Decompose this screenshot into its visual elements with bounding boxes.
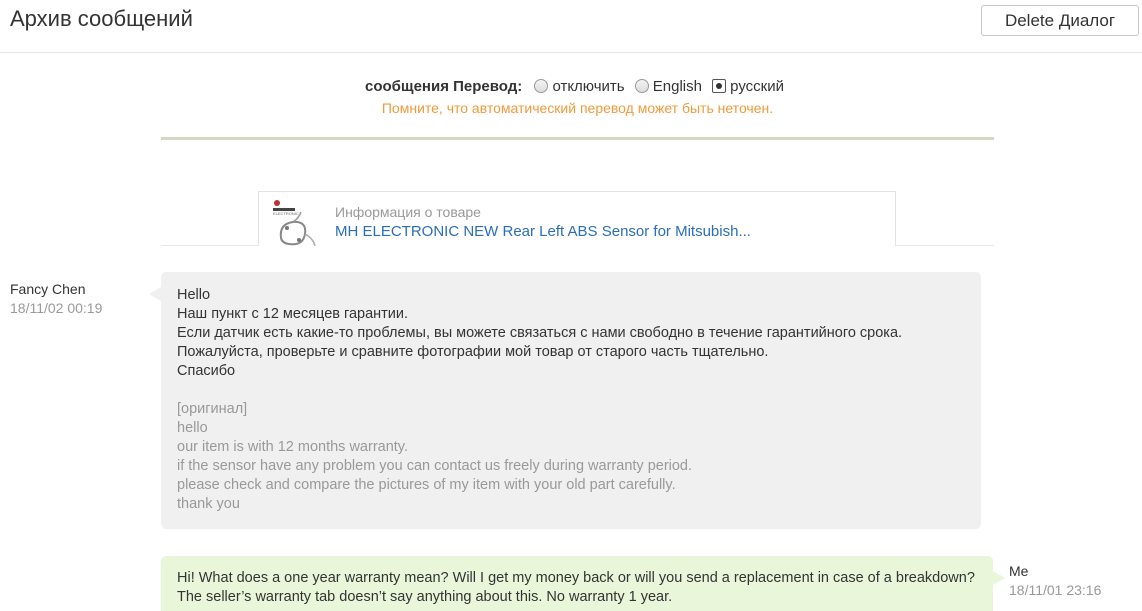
translation-options: сообщения Перевод: отключить English рус… xyxy=(161,76,994,98)
original-line: hello xyxy=(177,420,208,436)
original-line: please check and compare the pictures of… xyxy=(177,477,676,493)
translation-option-off-label: отключить xyxy=(552,78,625,95)
product-info-label: Информация о товаре xyxy=(335,204,481,220)
product-thumbnail[interactable]: ELECTRONIC xyxy=(269,198,323,250)
radio-russian-icon[interactable] xyxy=(712,79,727,93)
message-spacer xyxy=(177,381,965,400)
product-title-link[interactable]: MH ELECTRONIC NEW Rear Left ABS Sensor f… xyxy=(335,223,751,240)
message-sender-info: Fancy Chen 18/11/02 00:19 xyxy=(10,280,102,318)
message-line: Наш пункт с 12 месяцев гарантии. xyxy=(177,306,409,322)
sender-name: Fancy Chen xyxy=(10,281,86,297)
page-title: Архив сообщений xyxy=(10,6,193,31)
translation-label: сообщения Перевод: xyxy=(365,78,523,95)
page-header: Архив сообщений Delete Диалог xyxy=(0,0,1142,53)
product-card: ELECTRONIC Информация о товаре MH ELECTR… xyxy=(258,191,896,247)
message-sender-info: Me 18/11/01 23:16 xyxy=(1009,562,1101,600)
message-timestamp: 18/11/01 23:16 xyxy=(1009,582,1102,598)
translation-option-russian[interactable]: русский xyxy=(712,76,784,98)
radio-english-icon[interactable] xyxy=(634,79,649,93)
translation-option-russian-label: русский xyxy=(730,78,784,95)
message-line: Спасибо xyxy=(177,363,236,379)
original-line: thank you xyxy=(177,496,240,512)
translation-warning: Помните, что автоматический перевод може… xyxy=(381,100,774,116)
message-text: Hi! What does a one year warranty mean? … xyxy=(177,570,975,605)
sender-name: Me xyxy=(1009,563,1029,579)
translation-option-off[interactable]: отключить xyxy=(534,76,625,98)
message-timestamp: 18/11/02 00:19 xyxy=(10,300,103,316)
outgoing-message-bubble: Hi! What does a one year warranty mean? … xyxy=(161,556,1005,611)
original-label: [оригинал] xyxy=(177,401,248,417)
message-archive-page: Архив сообщений Delete Диалог сообщения … xyxy=(0,0,1142,611)
radio-off-icon[interactable] xyxy=(534,79,549,93)
svg-text:ELECTRONIC: ELECTRONIC xyxy=(273,211,299,216)
message-line: Hello xyxy=(177,287,211,303)
delete-dialog-button[interactable]: Delete Диалог xyxy=(981,5,1139,36)
original-line: our item is with 12 months warranty. xyxy=(177,439,409,455)
original-line: if the sensor have any problem you can c… xyxy=(177,458,693,474)
incoming-message-bubble: Hello Наш пункт с 12 месяцев гарантии. Е… xyxy=(149,272,981,529)
translation-bar: сообщения Перевод: отключить English рус… xyxy=(161,76,994,140)
translation-option-english[interactable]: English xyxy=(634,76,702,98)
message-line: Пожалуйста, проверьте и сравните фотогра… xyxy=(177,344,769,360)
translation-option-english-label: English xyxy=(652,78,702,95)
message-line: Если датчик есть какие-то проблемы, вы м… xyxy=(177,325,903,341)
